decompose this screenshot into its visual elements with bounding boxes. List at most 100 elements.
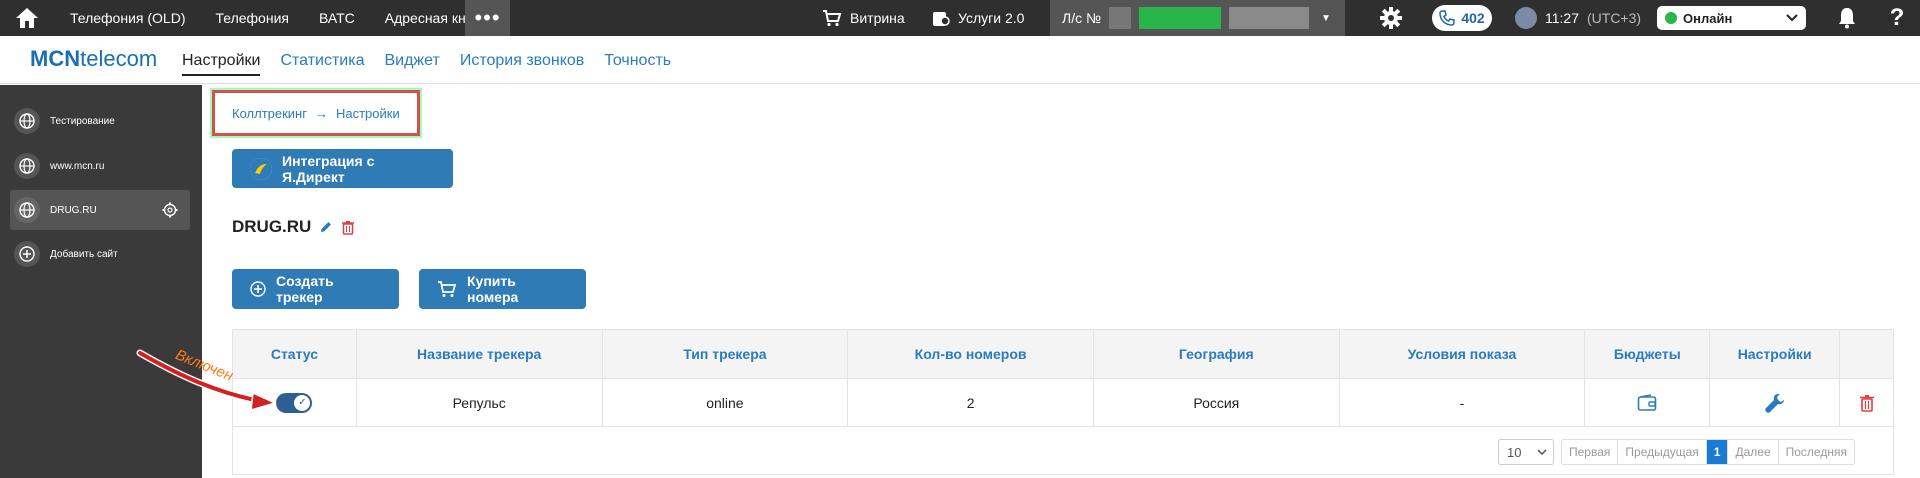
table-header: Статус Название трекера Тип трекера Кол-…: [233, 330, 1893, 378]
status-toggle[interactable]: ✓: [276, 392, 313, 413]
cart-icon: [823, 10, 842, 27]
calls-count: 402: [1461, 10, 1485, 26]
header-budgets: Бюджеты: [1585, 330, 1711, 378]
breadcrumb-settings[interactable]: Настройки: [336, 106, 400, 121]
site-title: DRUG.RU: [232, 217, 355, 237]
tab-widget[interactable]: Виджет: [384, 52, 439, 76]
globe-icon: [14, 197, 40, 223]
wrench-icon[interactable]: [1764, 392, 1786, 414]
settings-gear-icon[interactable]: [1376, 0, 1406, 36]
geography: Россия: [1094, 379, 1340, 426]
calls-counter-button[interactable]: 402: [1432, 5, 1492, 31]
breadcrumb-calltracking[interactable]: Коллтрекинг: [232, 106, 307, 121]
account-selector[interactable]: Л/с № ▼: [1050, 0, 1345, 36]
services-link[interactable]: Услуги 2.0: [932, 0, 1024, 36]
sidebar-item-label: Тестирование: [50, 115, 115, 127]
header-type: Тип трекера: [603, 330, 849, 378]
caret-down-icon: ▼: [1321, 12, 1331, 24]
buy-numbers-label: Купить номера: [467, 273, 519, 305]
annotation-arrow-icon: [136, 349, 278, 412]
settings-cell: [1710, 379, 1841, 426]
account-label: Л/с №: [1062, 10, 1101, 26]
trash-icon[interactable]: [341, 220, 355, 235]
page-first[interactable]: Первая: [1562, 440, 1619, 464]
budget-cell: [1585, 379, 1711, 426]
sidebar-item-testing[interactable]: Тестирование: [10, 101, 190, 141]
subnav-tabs: Настройки Статистика Виджет История звон…: [182, 52, 671, 76]
sidebar: Тестирование www.mcn.ru DRUG.RU Добавить…: [0, 85, 202, 478]
plus-circle-icon: [14, 241, 40, 267]
tab-call-history[interactable]: История звонков: [460, 52, 584, 76]
online-status-icon: [1665, 12, 1677, 24]
create-tracker-button[interactable]: Создать трекер: [232, 269, 399, 309]
home-icon[interactable]: [10, 0, 44, 36]
header-count: Кол-во номеров: [848, 330, 1094, 378]
page-size-select[interactable]: 10: [1498, 439, 1554, 465]
breadcrumb-arrow-icon: →: [314, 106, 328, 121]
nav-vats[interactable]: ВАТС: [304, 10, 370, 26]
trackers-table: Статус Название трекера Тип трекера Кол-…: [232, 329, 1894, 475]
table-row: ✓ Репульс online 2 Россия -: [233, 378, 1893, 426]
services-icon: [933, 12, 950, 26]
header-name: Название трекера: [357, 330, 603, 378]
sub-nav: MCNtelecom Настройки Статистика Виджет И…: [0, 36, 1920, 84]
gear-icon[interactable]: [162, 202, 178, 218]
page-size-value: 10: [1507, 444, 1522, 460]
chevron-down-icon: [1537, 449, 1547, 455]
shop-label: Витрина: [850, 10, 905, 26]
trash-icon[interactable]: [1859, 394, 1875, 412]
globe-icon: [14, 153, 40, 179]
sidebar-item-mcn[interactable]: www.mcn.ru: [10, 146, 190, 186]
sidebar-item-drug[interactable]: DRUG.RU: [10, 190, 190, 230]
plus-circle-icon: [250, 281, 266, 297]
sidebar-item-label: www.mcn.ru: [50, 160, 105, 172]
page-prev[interactable]: Предыдущая: [1618, 440, 1707, 464]
nav-telephony-old[interactable]: Телефония (OLD): [55, 10, 200, 26]
wallet-icon[interactable]: [1637, 393, 1657, 412]
header-conditions: Условия показа: [1340, 330, 1586, 378]
sidebar-item-label: Добавить сайт: [50, 248, 118, 260]
page-last[interactable]: Последняя: [1779, 440, 1854, 464]
help-icon[interactable]: ?: [1882, 0, 1912, 36]
numbers-count: 2: [848, 379, 1094, 426]
account-number-redacted: [1109, 7, 1131, 29]
user-time[interactable]: 11:27 (UTC+3): [1515, 0, 1641, 36]
top-nav: Телефония (OLD) Телефония ВАТС Адресная …: [55, 0, 501, 36]
more-menu-button[interactable]: •••: [465, 0, 510, 36]
top-bar: Телефония (OLD) Телефония ВАТС Адресная …: [0, 0, 1920, 36]
tab-accuracy[interactable]: Точность: [604, 52, 671, 76]
globe-icon: [14, 108, 40, 134]
yandex-direct-label: Интеграция с Я.Директ: [282, 152, 375, 185]
tab-statistics[interactable]: Статистика: [280, 52, 364, 76]
sidebar-item-add-site[interactable]: Добавить сайт: [10, 234, 190, 274]
pagination-row: 10 Первая Предыдущая 1 Далее Последняя: [233, 426, 1893, 474]
delete-cell: [1840, 379, 1893, 426]
cart-icon: [437, 280, 457, 298]
nav-telephony[interactable]: Телефония: [200, 10, 303, 26]
pencil-icon[interactable]: [319, 220, 333, 234]
header-empty: [1840, 330, 1893, 378]
page-current[interactable]: 1: [1706, 440, 1729, 464]
status-select[interactable]: Онлайн: [1657, 6, 1806, 30]
page-next[interactable]: Далее: [1728, 440, 1779, 464]
yandex-direct-button[interactable]: Интеграция с Я.Директ: [232, 149, 453, 188]
create-tracker-label: Создать трекер: [276, 273, 334, 305]
chevron-down-icon: [1786, 14, 1798, 22]
logo[interactable]: MCNtelecom: [30, 46, 157, 72]
buy-numbers-button[interactable]: Купить номера: [419, 269, 586, 309]
breadcrumb: Коллтрекинг → Настройки: [232, 106, 400, 121]
logo-bold: MCN: [30, 46, 81, 71]
account-balance-redacted: [1139, 7, 1221, 29]
bell-icon[interactable]: [1832, 0, 1862, 36]
check-icon: ✓: [294, 394, 311, 411]
tab-settings[interactable]: Настройки: [182, 52, 261, 76]
logo-rest: telecom: [80, 46, 158, 71]
tracker-name: Репульс: [357, 379, 603, 426]
shop-link[interactable]: Витрина: [822, 0, 905, 36]
yandex-direct-icon: [250, 157, 272, 180]
header-geo: География: [1094, 330, 1340, 378]
header-settings: Настройки: [1710, 330, 1841, 378]
sidebar-item-label: DRUG.RU: [50, 204, 97, 216]
site-name: DRUG.RU: [232, 217, 312, 236]
display-conditions: -: [1340, 379, 1586, 426]
